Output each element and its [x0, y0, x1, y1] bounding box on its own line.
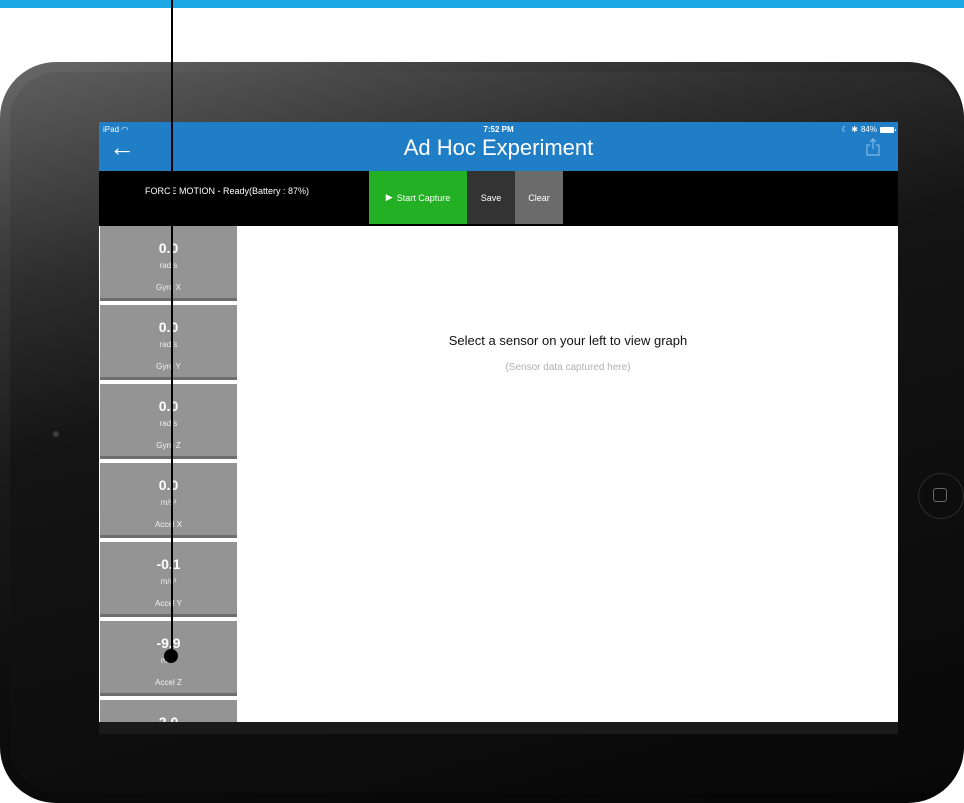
graph-hint: Select a sensor on your left to view gra…	[448, 333, 688, 348]
battery-icon	[880, 126, 896, 133]
sensor-label: Gyro X	[156, 283, 181, 292]
top-accent-bar	[0, 0, 964, 8]
sensor-unit: rad/s	[159, 340, 178, 349]
battery-percent: 84%	[860, 125, 877, 134]
page-title: Ad Hoc Experiment	[403, 135, 594, 160]
pointer-dot	[164, 649, 178, 663]
bluetooth-icon: ✱	[851, 125, 858, 134]
sensor-unit: rad/s	[159, 261, 178, 270]
start-capture-label: Start Capture	[396, 192, 451, 203]
sensor-label: Gyro Y	[156, 362, 181, 371]
sensor-tile-accel-x[interactable]: 0.0 m/s² Accel X	[100, 463, 237, 538]
sensor-value: 0.0	[158, 319, 179, 335]
play-icon: ▶	[385, 192, 393, 202]
home-button[interactable]	[918, 473, 964, 519]
sensor-unit: rad/s	[159, 419, 178, 428]
sensor-value: -0.1	[156, 556, 181, 572]
sensor-tile-gyro-x[interactable]: 0.0 rad/s Gyro X	[100, 226, 237, 301]
screen-bottom-bar	[99, 722, 898, 734]
sensor-value: 0.0	[158, 240, 179, 256]
sensor-label: Accel Z	[155, 678, 182, 687]
sensor-unit: m/s²	[160, 577, 177, 586]
home-square-icon	[933, 488, 947, 502]
graph-sub-hint: (Sensor data captured here)	[505, 362, 631, 373]
sensor-unit: m/s²	[160, 498, 177, 507]
camera-icon	[53, 431, 59, 437]
navigation-bar: iPad ◠ 7:52 PM ☾ ✱ 84% ← Ad Hoc Experime…	[99, 122, 898, 171]
sensor-tile-gyro-y[interactable]: 0.0 rad/s Gyro Y	[100, 305, 237, 380]
share-icon[interactable]	[866, 138, 880, 156]
moon-icon: ☾	[841, 125, 849, 134]
save-button[interactable]: Save	[467, 171, 515, 224]
sensor-value: 0.0	[158, 398, 179, 414]
pointer-line	[171, 0, 173, 656]
start-capture-button[interactable]: ▶ Start Capture	[369, 171, 467, 224]
sensor-tile-accel-y[interactable]: -0.1 m/s² Accel Y	[100, 542, 237, 617]
sensor-tile-gyro-z[interactable]: 0.0 rad/s Gyro Z	[100, 384, 237, 459]
app-screen: iPad ◠ 7:52 PM ☾ ✱ 84% ← Ad Hoc Experime…	[99, 122, 898, 734]
status-right: ☾ ✱ 84%	[841, 125, 896, 134]
status-time: 7:52 PM	[483, 125, 514, 134]
capture-toolbar: FORCE MOTION - Ready(Battery : 87%) ▶ St…	[99, 171, 898, 226]
sensor-label: Gyro Z	[156, 441, 181, 450]
sensor-label: Accel Y	[155, 599, 182, 608]
clear-button[interactable]: Clear	[515, 171, 563, 224]
sensor-label: Accel X	[154, 520, 183, 529]
sensor-value: 0.0	[158, 477, 179, 493]
graph-area: Select a sensor on your left to view gra…	[238, 226, 898, 734]
device-status-text: FORCE MOTION - Ready(Battery : 87%)	[145, 186, 310, 196]
